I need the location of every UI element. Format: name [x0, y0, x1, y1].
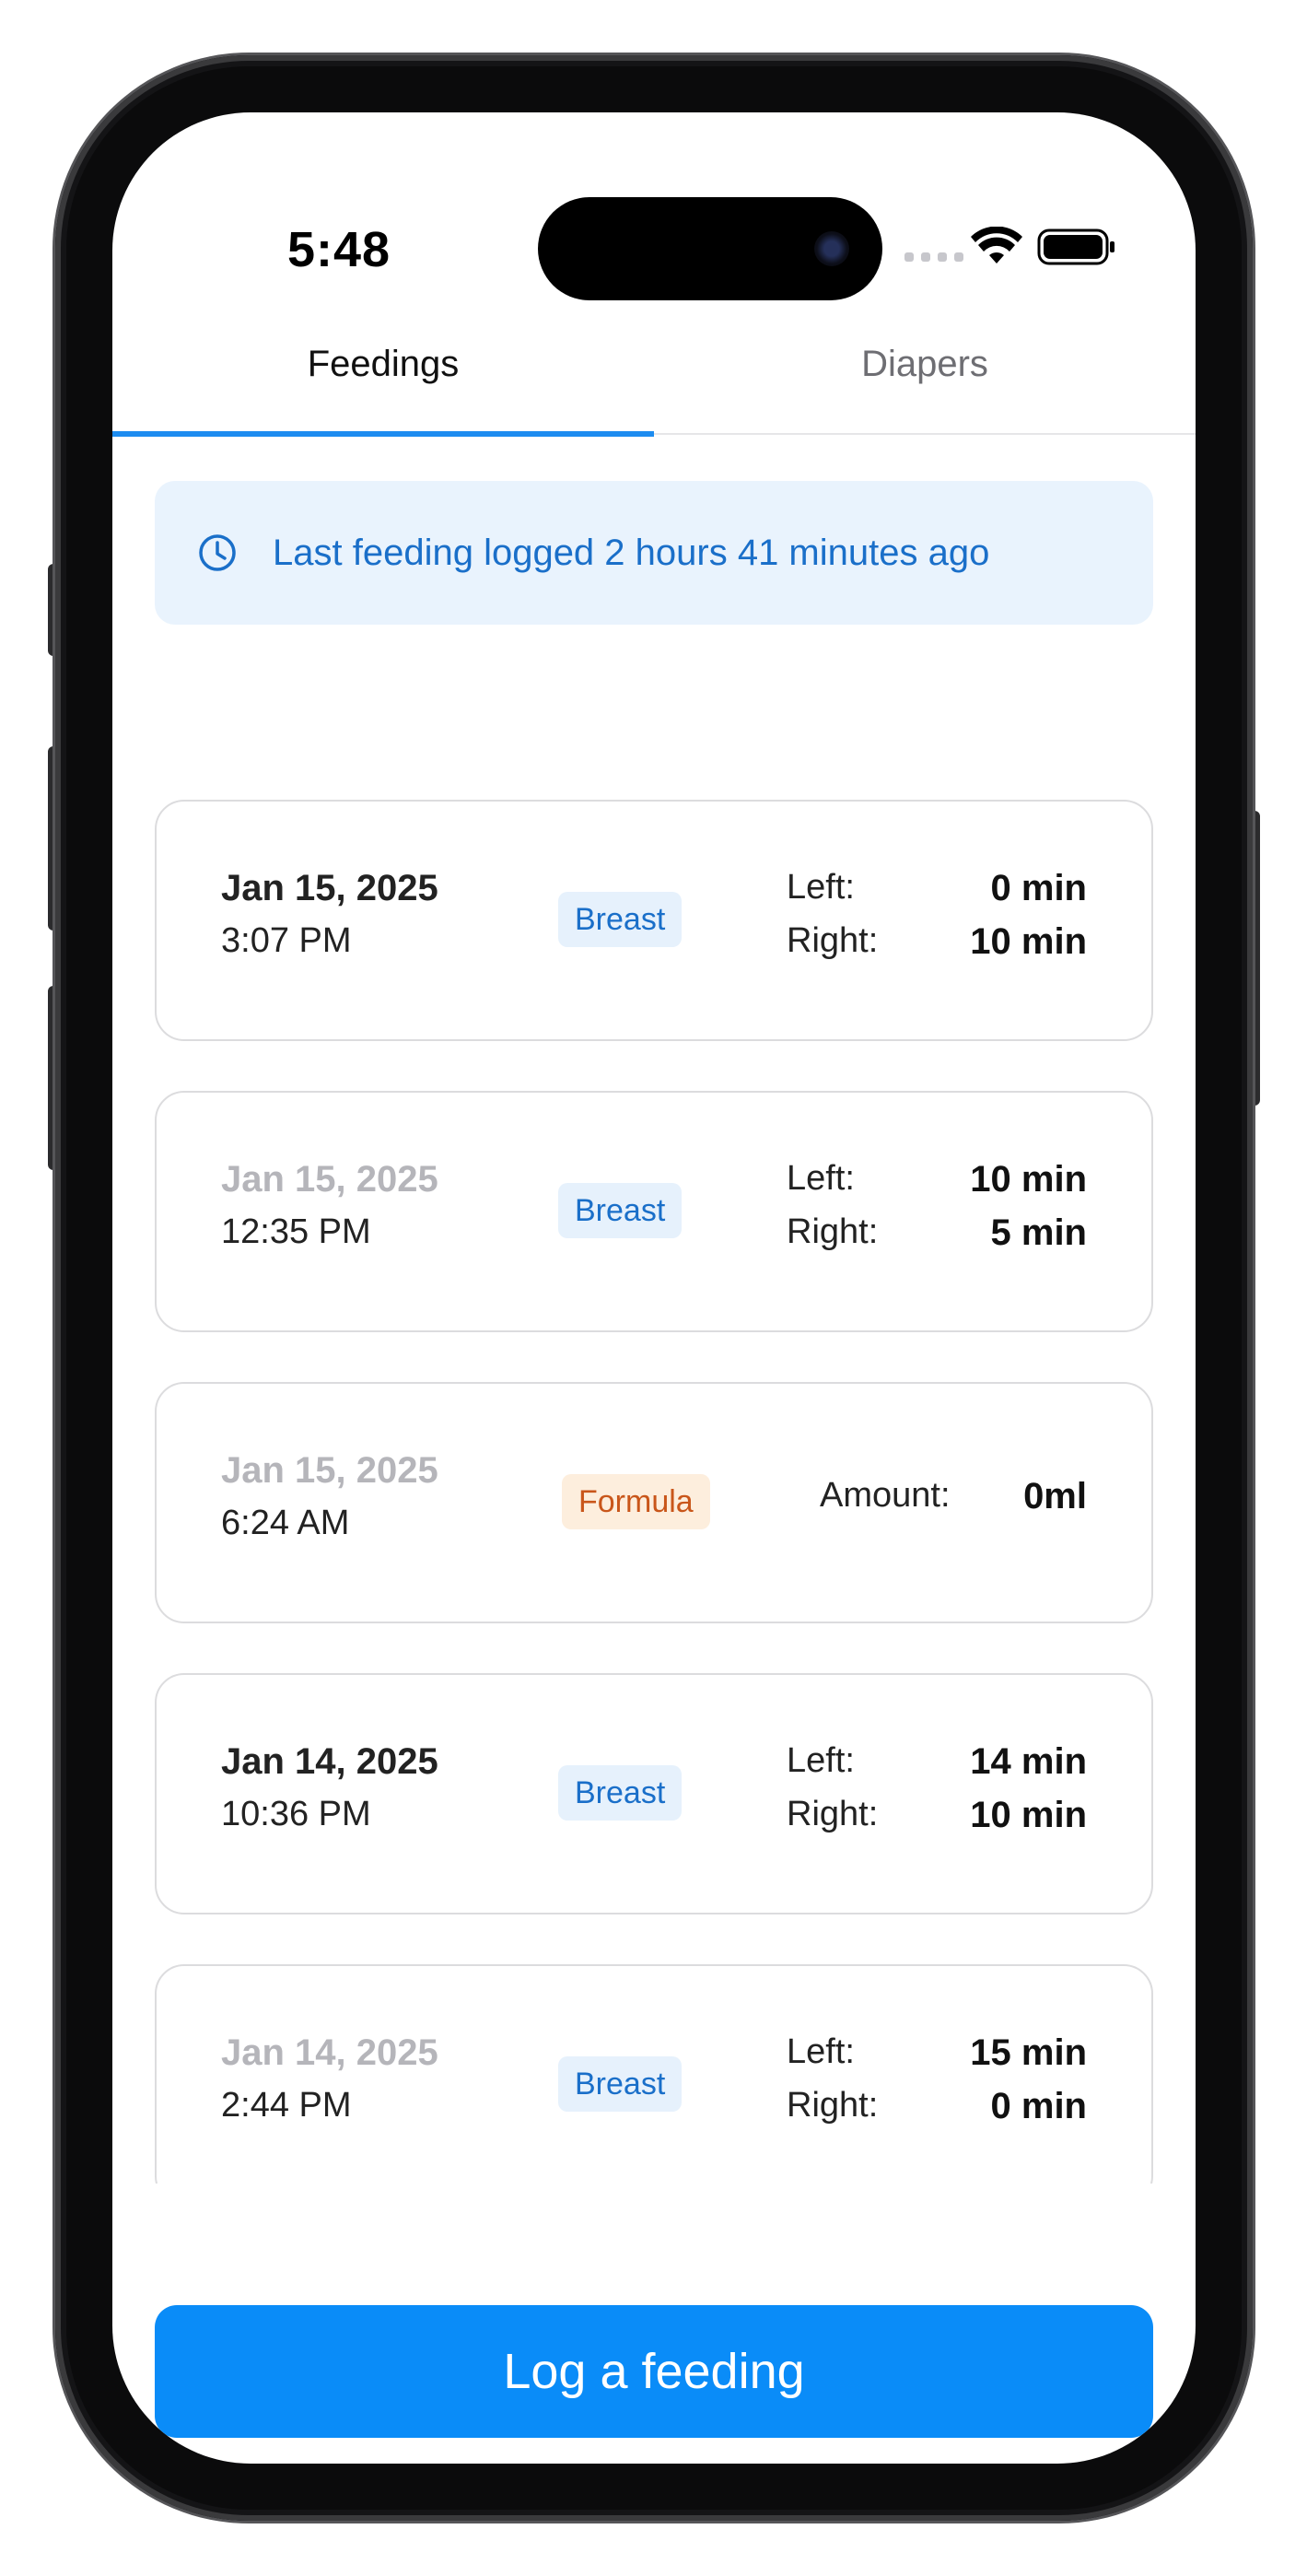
feeding-card[interactable]: Jan 14, 2025 10:36 PM Breast Left: 14 mi…: [155, 1673, 1153, 1914]
clock-icon: [199, 534, 236, 571]
feeding-card[interactable]: Jan 14, 2025 2:44 PM Breast Left: 15 min…: [155, 1964, 1153, 2184]
right-label: Right:: [787, 2086, 879, 2125]
feeding-date: Jan 14, 2025: [221, 2032, 438, 2073]
feeding-date: Jan 15, 2025: [221, 1159, 438, 1200]
feeding-time: 3:07 PM: [221, 921, 352, 960]
tab-feedings-label: Feedings: [307, 343, 460, 384]
right-duration: 0 min: [990, 2086, 1087, 2126]
wifi-icon: [971, 227, 1022, 263]
last-feeding-notice: Last feeding logged 2 hours 41 minutes a…: [155, 481, 1153, 625]
feeding-date: Jan 14, 2025: [221, 1741, 438, 1782]
last-feeding-text: Last feeding logged 2 hours 41 minutes a…: [273, 532, 990, 573]
feeding-card[interactable]: Jan 15, 2025 3:07 PM Breast Left: 0 min …: [155, 800, 1153, 1041]
right-label: Right:: [787, 1212, 879, 1251]
feeding-time: 12:35 PM: [221, 1212, 371, 1251]
feeding-type-badge: Breast: [558, 2056, 683, 2112]
feeding-type-badge: Formula: [562, 1474, 710, 1529]
app-screen: 5:48 Feedings Diapers Last feeding logge…: [112, 112, 1196, 2464]
phone-frame: 5:48 Feedings Diapers Last feeding logge…: [55, 55, 1253, 2521]
left-label: Left:: [787, 1159, 855, 1198]
feeding-type-badge: Breast: [558, 1765, 683, 1821]
feeding-time: 2:44 PM: [221, 2086, 352, 2125]
amount-value: 0ml: [1023, 1476, 1087, 1516]
tab-diapers[interactable]: Diapers: [654, 297, 1196, 431]
log-feeding-button[interactable]: Log a feeding: [155, 2305, 1153, 2438]
right-label: Right:: [787, 1795, 879, 1833]
feeding-type-badge: Breast: [558, 892, 683, 947]
battery-icon: [1037, 228, 1114, 265]
left-duration: 10 min: [970, 1159, 1087, 1200]
right-duration: 10 min: [970, 1795, 1087, 1835]
right-label: Right:: [787, 921, 879, 960]
dynamic-island: [538, 197, 882, 300]
feeding-type-badge: Breast: [558, 1183, 683, 1238]
left-duration: 15 min: [970, 2032, 1087, 2073]
feeding-card[interactable]: Jan 15, 2025 12:35 PM Breast Left: 10 mi…: [155, 1091, 1153, 1332]
feeding-date: Jan 15, 2025: [221, 1450, 438, 1491]
left-duration: 14 min: [970, 1741, 1087, 1782]
feedings-list[interactable]: Last feeding logged 2 hours 41 minutes a…: [112, 435, 1196, 2184]
tab-feedings[interactable]: Feedings: [112, 297, 654, 431]
amount-label: Amount:: [820, 1476, 951, 1515]
right-duration: 10 min: [970, 921, 1087, 962]
feeding-time: 6:24 AM: [221, 1504, 350, 1542]
right-duration: 5 min: [990, 1212, 1087, 1253]
left-duration: 0 min: [990, 868, 1087, 908]
left-label: Left:: [787, 2032, 855, 2071]
feeding-time: 10:36 PM: [221, 1795, 371, 1833]
feeding-date: Jan 15, 2025: [221, 868, 438, 908]
tab-bar: Feedings Diapers: [112, 297, 1196, 437]
status-time: 5:48: [286, 222, 391, 277]
left-label: Left:: [787, 868, 855, 907]
camera-icon: [814, 231, 849, 266]
tab-diapers-label: Diapers: [861, 343, 988, 384]
feeding-card[interactable]: Jan 15, 2025 6:24 AM Formula Amount: 0ml: [155, 1382, 1153, 1623]
left-label: Left:: [787, 1741, 855, 1780]
